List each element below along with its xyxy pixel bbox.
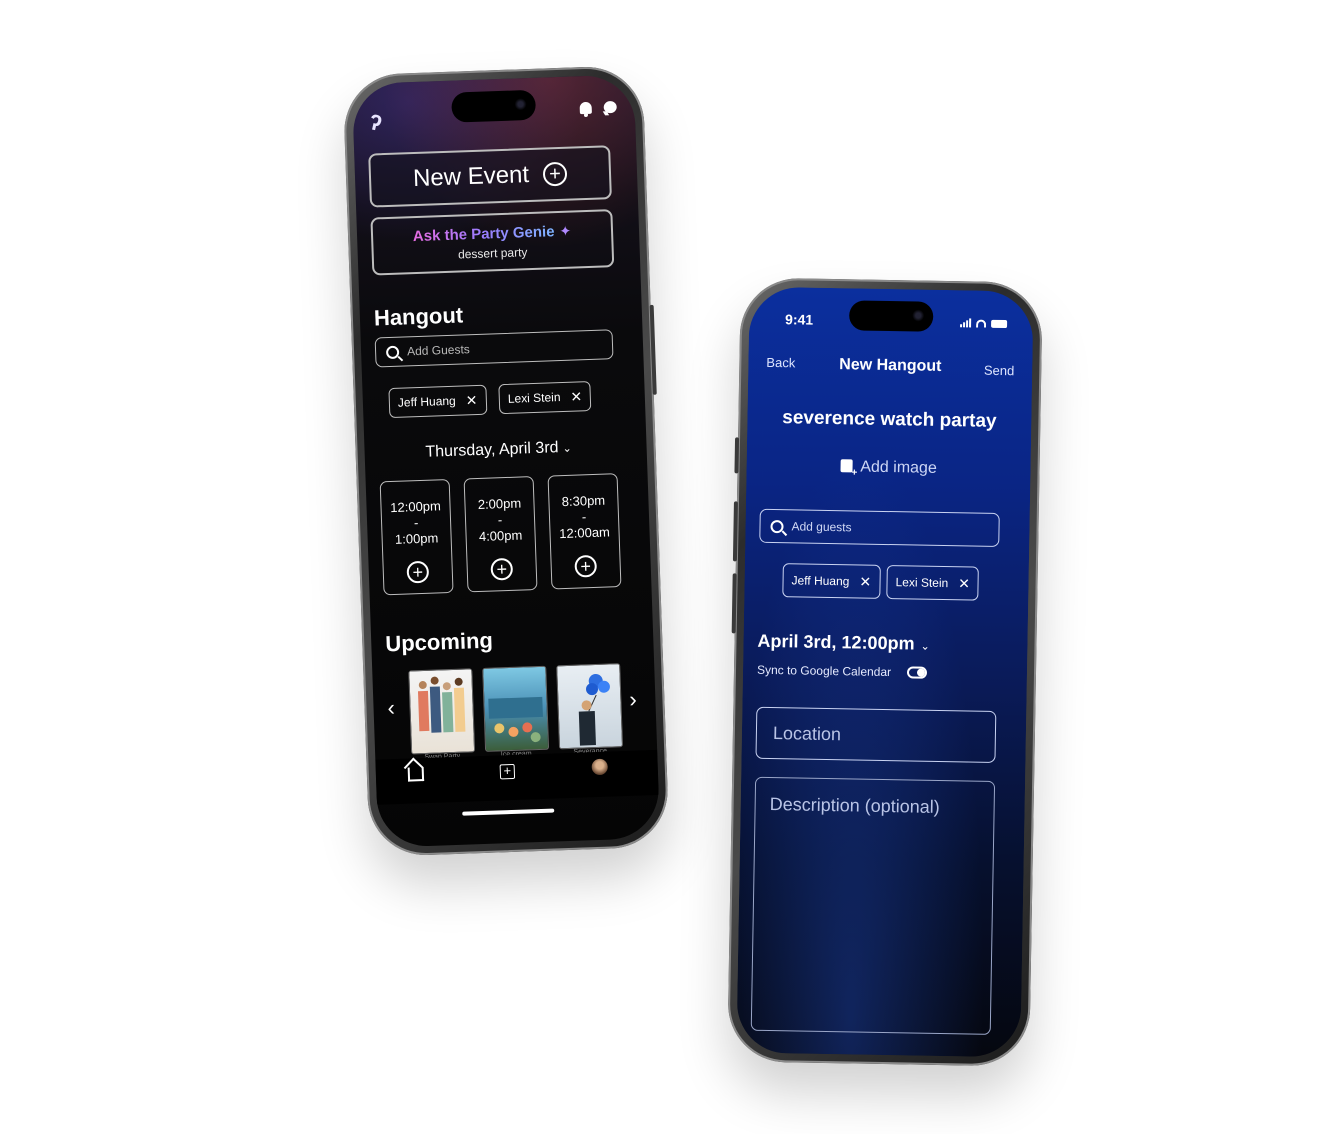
genie-prompt: dessert party <box>457 244 528 262</box>
upcoming-heading: Upcoming <box>384 627 494 657</box>
close-icon[interactable]: ✕ <box>465 391 477 408</box>
new-event-button[interactable]: New Event + <box>368 145 612 208</box>
slot-start: 8:30pm <box>561 492 606 510</box>
volume-up-button <box>732 501 738 562</box>
bell-icon[interactable] <box>579 101 592 115</box>
home-indicator <box>462 808 555 816</box>
upcoming-thumbnail[interactable] <box>556 663 624 750</box>
datetime-label: April 3rd, 12:00pm <box>757 630 915 654</box>
upcoming-thumbnail[interactable] <box>408 668 476 755</box>
time-slot[interactable]: 8:30pm - 12:00am + <box>547 473 622 590</box>
slot-start: 12:00pm <box>389 498 442 516</box>
chevron-down-icon: ⌄ <box>562 442 572 456</box>
phone-home-screen: ʔ New Event + Ask the Party Genie ✦ desse… <box>342 65 670 857</box>
battery-icon <box>991 319 1008 329</box>
add-square-icon[interactable]: + <box>499 763 516 780</box>
chevron-left-icon[interactable]: ‹ <box>387 695 395 721</box>
time-slot[interactable]: 2:00pm - 4:00pm + <box>463 476 538 593</box>
slot-separator: - <box>581 509 587 525</box>
description-placeholder: Description (optional) <box>769 794 940 817</box>
add-image-icon <box>840 459 853 473</box>
close-icon[interactable]: ✕ <box>859 573 871 590</box>
slot-separator: - <box>497 512 503 528</box>
dynamic-island <box>451 89 537 123</box>
time-slot[interactable]: 12:00pm - 1:00pm + <box>379 478 454 596</box>
send-button[interactable]: Send <box>984 363 1015 379</box>
plus-circle-icon[interactable]: + <box>574 554 598 578</box>
hangout-heading: Hangout <box>373 302 464 331</box>
guest-chip[interactable]: Lexi Stein ✕ <box>886 565 980 601</box>
swap-party-image <box>417 676 466 733</box>
guest-chip[interactable]: Lexi Stein ✕ <box>498 380 592 415</box>
search-placeholder: Add Guests <box>406 342 471 359</box>
slot-separator: - <box>413 515 419 531</box>
event-name-field[interactable]: severence watch partay <box>747 407 1031 434</box>
guest-name: Jeff Huang <box>791 573 850 589</box>
upcoming-thumbnail[interactable] <box>482 665 550 752</box>
location-field[interactable]: Location <box>755 706 997 763</box>
power-button <box>649 304 657 395</box>
date-selector[interactable]: Thursday, April 3rd ⌄ <box>364 437 632 464</box>
location-placeholder: Location <box>772 722 842 744</box>
volume-down-button <box>731 573 737 634</box>
add-guests-search-input[interactable]: Add guests <box>759 508 1000 547</box>
profile-avatar[interactable] <box>591 758 609 776</box>
search-icon <box>770 519 784 533</box>
severance-image <box>578 674 610 746</box>
plus-circle-icon: + <box>542 161 568 187</box>
sync-label: Sync to Google Calendar <box>756 662 892 680</box>
guest-name: Jeff Huang <box>397 393 456 410</box>
party-genie-button[interactable]: Ask the Party Genie ✦ dessert party <box>370 209 615 276</box>
sparkle-icon: ✦ <box>559 222 572 239</box>
status-time: 9:41 <box>785 311 814 328</box>
slot-start: 2:00pm <box>477 495 522 513</box>
plus-circle-icon[interactable]: + <box>406 560 430 584</box>
toggle-icon[interactable] <box>906 666 928 679</box>
guest-chip[interactable]: Jeff Huang ✕ <box>388 384 487 419</box>
add-guests-search-input[interactable]: Add Guests <box>374 329 614 368</box>
search-placeholder: Add guests <box>791 519 852 535</box>
ice-cream-image <box>488 696 543 743</box>
genie-title: Ask the Party Genie <box>412 222 555 245</box>
guest-chip[interactable]: Jeff Huang ✕ <box>782 563 881 599</box>
bottom-nav-bar: + <box>375 749 659 805</box>
wifi-icon <box>976 319 987 328</box>
status-icons <box>960 318 1008 329</box>
phone1-screen: ʔ New Event + Ask the Party Genie ✦ desse… <box>351 74 661 848</box>
close-icon[interactable]: ✕ <box>570 388 582 405</box>
phone2-screen: 9:41 Back New Hangout Send severence wat… <box>736 286 1034 1058</box>
slot-end: 4:00pm <box>478 527 523 544</box>
slot-end: 1:00pm <box>394 530 439 547</box>
chat-icon[interactable] <box>603 100 617 114</box>
action-button <box>734 437 740 474</box>
app-logo-icon[interactable]: ʔ <box>367 109 394 139</box>
datetime-selector[interactable]: April 3rd, 12:00pm ⌄ <box>757 631 930 655</box>
new-event-label: New Event <box>412 161 530 193</box>
sync-calendar-row: Sync to Google Calendar <box>756 662 928 680</box>
add-image-label: Add image <box>860 458 937 477</box>
close-icon[interactable]: ✕ <box>958 575 970 592</box>
signal-icon <box>960 318 972 328</box>
plus-circle-icon[interactable]: + <box>490 557 514 581</box>
chevron-right-icon[interactable]: › <box>629 687 637 713</box>
phone-new-hangout-screen: 9:41 Back New Hangout Send severence wat… <box>727 277 1043 1067</box>
guest-name: Lexi Stein <box>895 575 949 591</box>
dynamic-island <box>848 300 934 332</box>
chevron-down-icon: ⌄ <box>920 640 930 653</box>
home-icon[interactable] <box>407 767 425 782</box>
slot-end: 12:00am <box>559 524 611 542</box>
description-field[interactable]: Description (optional) <box>750 776 996 1035</box>
top-icons <box>579 100 617 115</box>
guest-name: Lexi Stein <box>507 390 561 406</box>
date-label: Thursday, April 3rd <box>425 439 559 461</box>
search-icon <box>385 345 400 359</box>
add-image-button[interactable]: Add image <box>746 457 1030 480</box>
